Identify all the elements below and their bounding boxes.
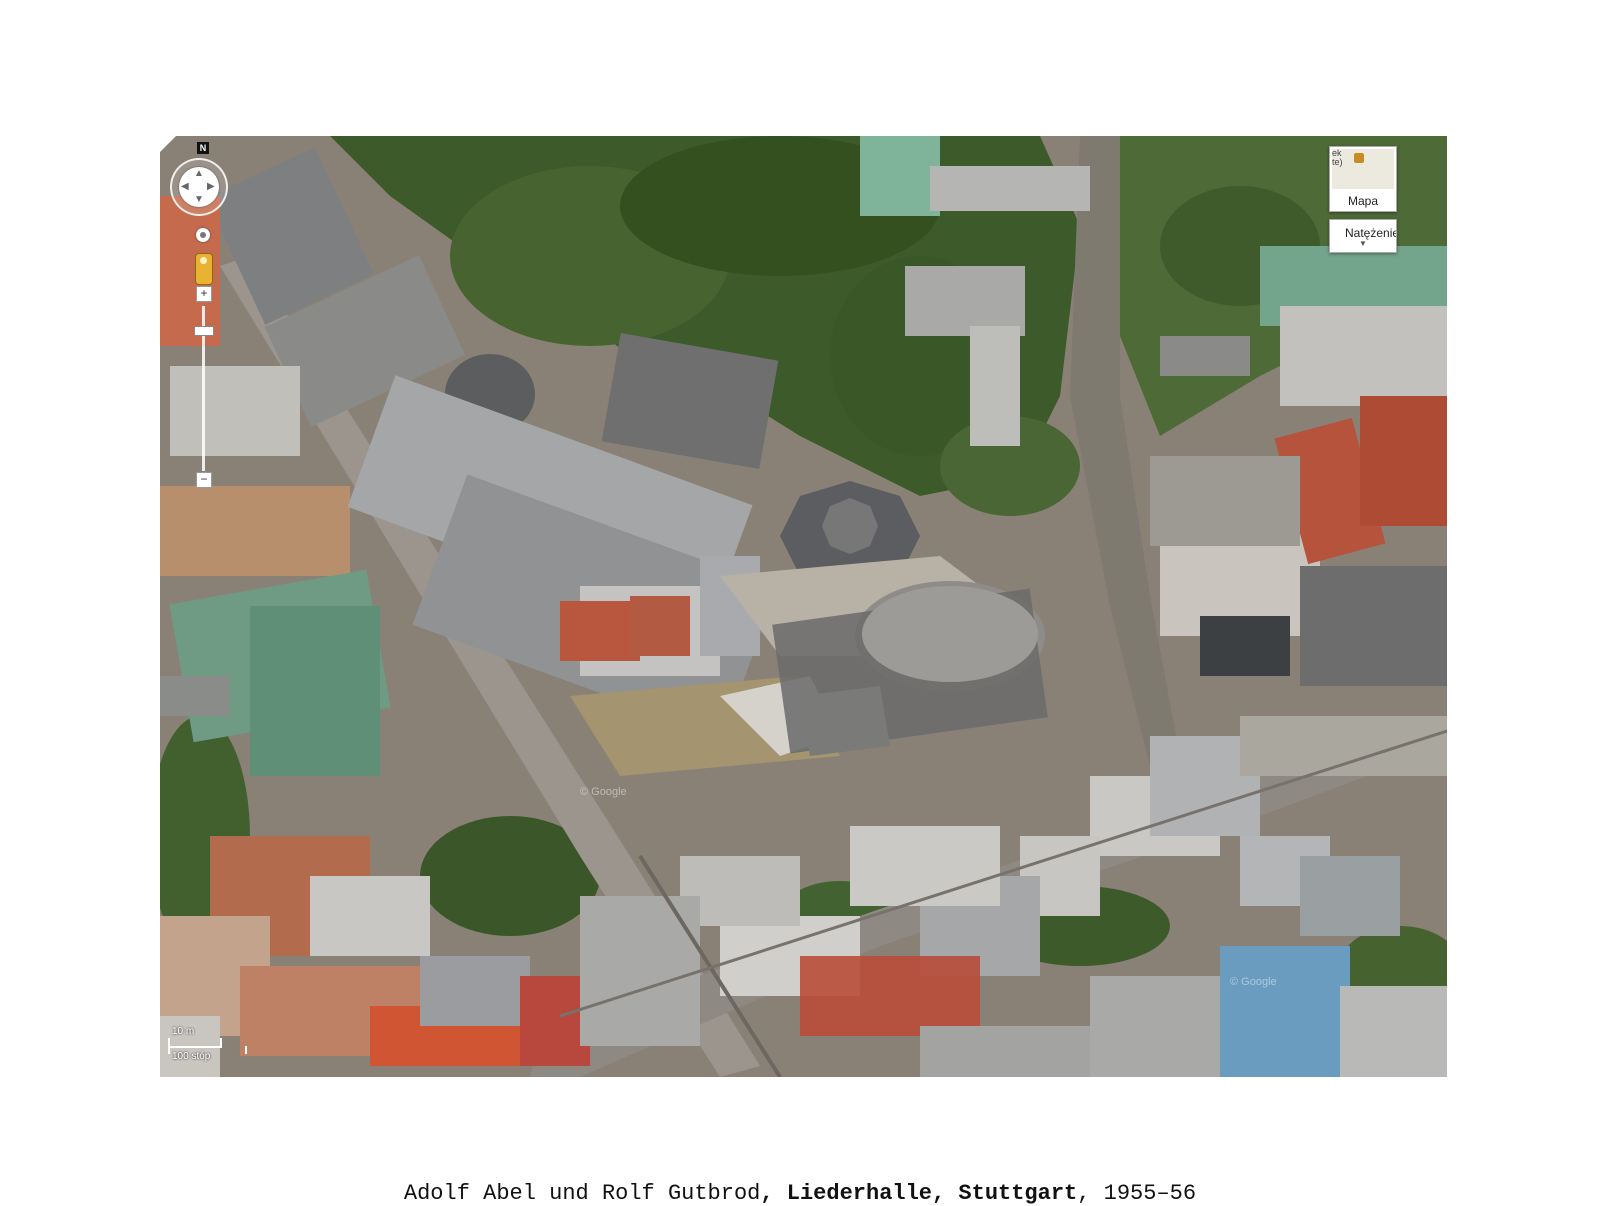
aerial-imagery[interactable] [160,136,1447,1077]
google-watermark: © Google [1230,976,1277,988]
map-thumbnail-icon: ek te) [1332,149,1394,189]
maptype-label: Mapa [1347,194,1379,208]
caption-years: 1955–56 [1103,1181,1197,1206]
north-icon[interactable]: N [197,142,209,154]
pan-down-icon[interactable]: ▼ [194,195,204,205]
pan-control[interactable]: ▲ ▼ ◀ ▶ [170,158,228,216]
chevron-down-icon: ▼ [1359,239,1367,248]
zoom-in-button[interactable]: + [196,286,212,302]
aerial-map[interactable]: © Google © Google ▲ ▼ ◀ ▶ N + − ek te) M… [160,136,1447,1077]
map-thumbnail-text: ek te) [1332,148,1343,167]
pan-right-icon[interactable]: ▶ [207,182,215,192]
figure-caption: Adolf Abel und Rolf Gutbrod, Liederhalle… [0,1181,1600,1206]
caption-city: Stuttgart [958,1181,1078,1206]
scale-metric-label: 10 m [172,1026,195,1037]
collapse-controls-icon[interactable] [160,136,176,152]
maptype-map-button[interactable]: ek te) Mapa [1329,146,1397,212]
scale-imperial-label: 100 stóp [172,1051,211,1062]
traffic-layer-dropdown[interactable]: Natężenie ▼ [1329,219,1397,253]
pan-up-icon[interactable]: ▲ [194,169,204,179]
pegman-icon[interactable] [195,253,213,285]
caption-sep: , [760,1181,787,1206]
zoom-slider-thumb[interactable] [194,326,214,336]
traffic-label: Natężenie [1345,226,1397,240]
scale-bar: 10 m 100 stóp [168,1026,248,1066]
caption-architects: Adolf Abel und Rolf Gutbrod [403,1181,761,1206]
caption-sep: , [932,1181,959,1206]
pan-left-icon[interactable]: ◀ [181,182,189,192]
pan-control-icon[interactable]: ▲ ▼ ◀ ▶ [179,167,219,207]
google-watermark: © Google [580,786,627,798]
caption-building: Liederhalle [786,1181,933,1206]
rotate-icon[interactable] [196,228,210,242]
caption-sep: , [1077,1181,1104,1206]
zoom-out-button[interactable]: − [196,472,212,488]
book-icon [1354,153,1364,163]
